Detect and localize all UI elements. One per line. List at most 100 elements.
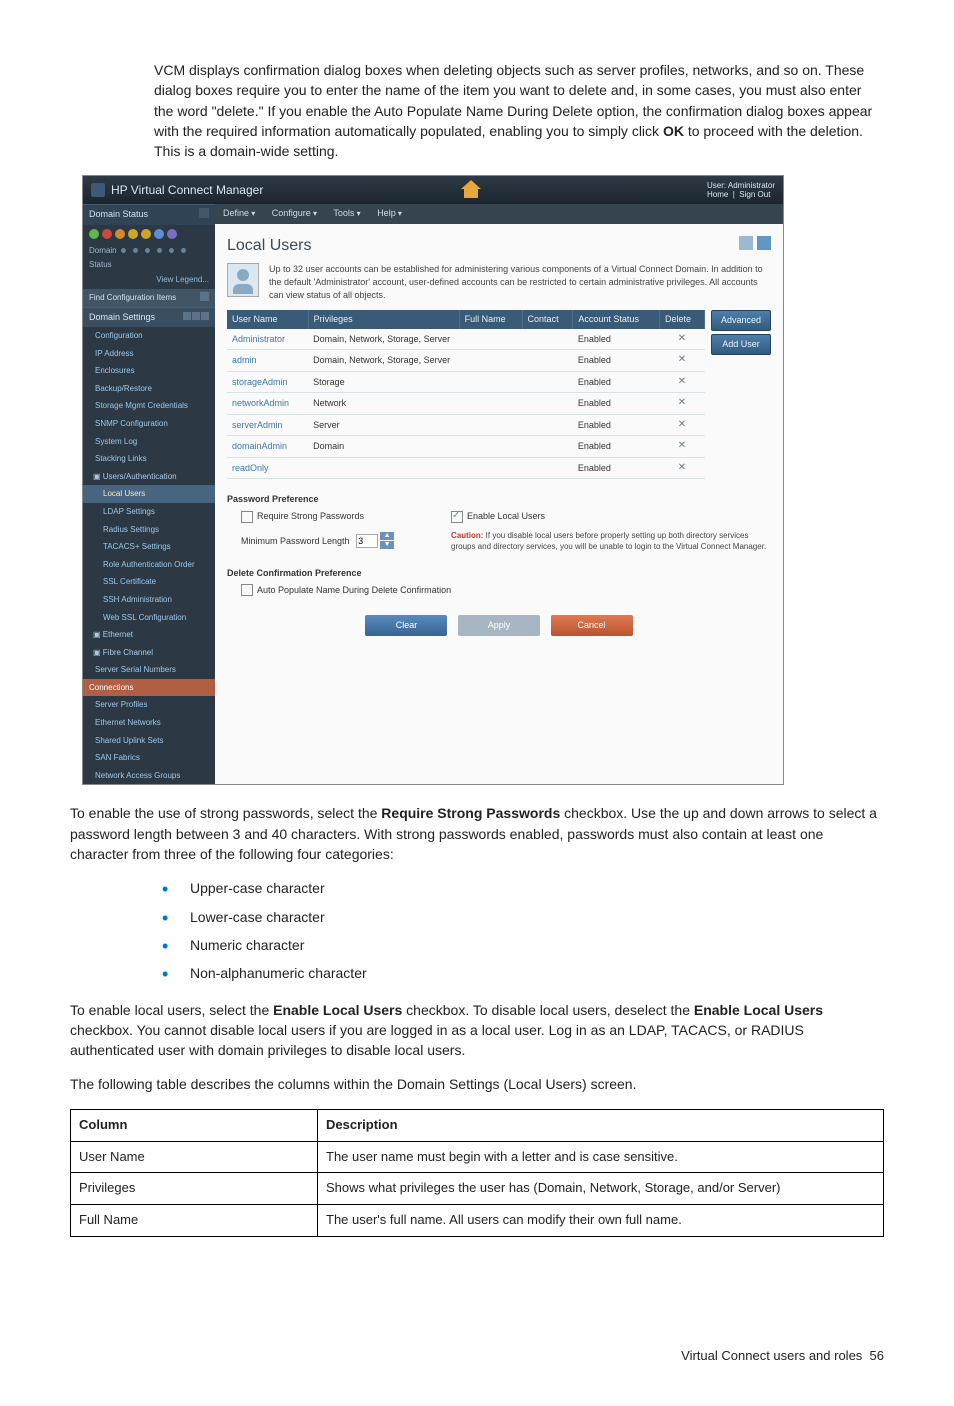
- cell-username[interactable]: readOnly: [227, 457, 308, 479]
- min-len-input[interactable]: [356, 534, 378, 548]
- col-contact[interactable]: Contact: [522, 310, 573, 329]
- sidebar-item-fibre[interactable]: Fibre Channel: [83, 644, 215, 662]
- sidebar-item-ip-address[interactable]: IP Address: [83, 345, 215, 363]
- min-len-label: Minimum Password Length: [241, 536, 350, 546]
- menu-configure[interactable]: Configure: [272, 208, 317, 218]
- status-icons: [83, 225, 215, 245]
- info-text: Up to 32 user accounts can be establishe…: [269, 263, 771, 302]
- sidebar-item-ethernet[interactable]: Ethernet: [83, 626, 215, 644]
- home-icon[interactable]: [461, 180, 483, 200]
- home-link[interactable]: Home: [707, 190, 728, 199]
- page-title: Local Users: [227, 234, 311, 257]
- sidebar-item-storage-creds[interactable]: Storage Mgmt Credentials: [83, 397, 215, 415]
- table-row[interactable]: storageAdminStorageEnabled✕: [227, 371, 705, 393]
- sidebar-item-local-users[interactable]: Local Users: [83, 485, 215, 503]
- autopop-checkbox[interactable]: [241, 584, 253, 596]
- cancel-button[interactable]: Cancel: [551, 615, 633, 636]
- collapse-icon[interactable]: [199, 208, 209, 218]
- domain-settings-head[interactable]: Domain Settings: [89, 311, 155, 324]
- sidebar-item-snmp[interactable]: SNMP Configuration: [83, 415, 215, 433]
- cell-fullname: [459, 350, 522, 372]
- menu-tools[interactable]: Tools: [333, 208, 360, 218]
- sidebar-item-connections[interactable]: Connections: [83, 679, 215, 697]
- arrow-icon[interactable]: [200, 292, 209, 301]
- find-config-link[interactable]: Find Configuration Items: [89, 292, 176, 304]
- cell-fullname: [459, 371, 522, 393]
- app-titlebar: HP Virtual Connect Manager User: Adminis…: [83, 176, 783, 204]
- user-avatar-icon: [227, 263, 259, 297]
- sidebar-item-enclosures[interactable]: Enclosures: [83, 362, 215, 380]
- sidebar-item-ssh[interactable]: SSH Administration: [83, 591, 215, 609]
- cell-contact: [522, 329, 573, 350]
- sidebar-item-web-ssl[interactable]: Web SSL Configuration: [83, 609, 215, 627]
- cell-fullname: [459, 393, 522, 415]
- spin-down-icon[interactable]: ▼: [380, 541, 394, 549]
- sidebar-item-tacacs[interactable]: TACACS+ Settings: [83, 538, 215, 556]
- sidebar-item-configuration[interactable]: Configuration: [83, 327, 215, 345]
- spin-up-icon[interactable]: ▲: [380, 532, 394, 540]
- view-legend-link[interactable]: View Legend...: [83, 274, 215, 290]
- sidebar-item-uplink-sets[interactable]: Shared Uplink Sets: [83, 732, 215, 750]
- strong-pwd-checkbox[interactable]: [241, 511, 253, 523]
- delete-icon[interactable]: ✕: [660, 414, 705, 436]
- cell-privileges: [308, 457, 459, 479]
- delete-icon[interactable]: ✕: [660, 393, 705, 415]
- sidebar-item-users-auth[interactable]: Users/Authentication: [83, 468, 215, 486]
- sidebar-item-net-access[interactable]: Network Access Groups: [83, 767, 215, 785]
- bullet-nonalpha: Non-alphanumeric character: [154, 963, 884, 983]
- sidebar-item-syslog[interactable]: System Log: [83, 433, 215, 451]
- delete-icon[interactable]: ✕: [660, 436, 705, 458]
- sidebar-item-serial[interactable]: Server Serial Numbers: [83, 661, 215, 679]
- table-row[interactable]: readOnlyEnabled✕: [227, 457, 705, 479]
- help-icon[interactable]: [757, 236, 771, 250]
- col-delete[interactable]: Delete: [660, 310, 705, 329]
- user-label: User: Administrator: [707, 181, 775, 190]
- col-username[interactable]: User Name: [227, 310, 308, 329]
- vcm-screenshot: HP Virtual Connect Manager User: Adminis…: [82, 175, 784, 785]
- table-row[interactable]: domainAdminDomainEnabled✕: [227, 436, 705, 458]
- sidebar-item-san-fabrics[interactable]: SAN Fabrics: [83, 749, 215, 767]
- sidebar-item-eth-networks[interactable]: Ethernet Networks: [83, 714, 215, 732]
- table-row[interactable]: networkAdminNetworkEnabled✕: [227, 393, 705, 415]
- sidebar-item-ssl-cert[interactable]: SSL Certificate: [83, 573, 215, 591]
- table-row[interactable]: adminDomain, Network, Storage, Server Ena…: [227, 350, 705, 372]
- menu-help[interactable]: Help: [377, 208, 402, 218]
- cell-username[interactable]: Administrator: [227, 329, 308, 350]
- delete-icon[interactable]: ✕: [660, 329, 705, 350]
- add-user-button[interactable]: Add User: [711, 334, 771, 355]
- signout-link[interactable]: Sign Out: [739, 190, 770, 199]
- cell-username[interactable]: storageAdmin: [227, 371, 308, 393]
- cell-privileges: Domain, Network, Storage, Server: [308, 350, 459, 372]
- sidebar-item-stacking[interactable]: Stacking Links: [83, 450, 215, 468]
- cell-username[interactable]: admin: [227, 350, 308, 372]
- print-icon[interactable]: [739, 236, 753, 250]
- col-privileges[interactable]: Privileges: [308, 310, 459, 329]
- col-fullname[interactable]: Full Name: [459, 310, 522, 329]
- enable-local-checkbox[interactable]: [451, 511, 463, 523]
- sidebar: Domain Status Domain Status View Legend.…: [83, 204, 215, 784]
- sidebar-item-role-auth[interactable]: Role Authentication Order: [83, 556, 215, 574]
- delete-icon[interactable]: ✕: [660, 371, 705, 393]
- main-panel: Define Configure Tools Help Local Users …: [215, 204, 783, 784]
- bullet-lower: Lower-case character: [154, 907, 884, 927]
- cell-username[interactable]: networkAdmin: [227, 393, 308, 415]
- cell-contact: [522, 414, 573, 436]
- apply-button[interactable]: Apply: [458, 615, 540, 636]
- sidebar-item-radius[interactable]: Radius Settings: [83, 521, 215, 539]
- cell-privileges: Domain: [308, 436, 459, 458]
- sidebar-item-server-profiles[interactable]: Server Profiles: [83, 696, 215, 714]
- cell-username[interactable]: domainAdmin: [227, 436, 308, 458]
- sidebar-item-backup-restore[interactable]: Backup/Restore: [83, 380, 215, 398]
- delete-icon[interactable]: ✕: [660, 350, 705, 372]
- table-row[interactable]: serverAdminServerEnabled✕: [227, 414, 705, 436]
- cell-username[interactable]: serverAdmin: [227, 414, 308, 436]
- menu-define[interactable]: Define: [223, 208, 255, 218]
- hp-logo-icon: [91, 183, 105, 197]
- clear-button[interactable]: Clear: [365, 615, 447, 636]
- col-status[interactable]: Account Status: [573, 310, 660, 329]
- delete-icon[interactable]: ✕: [660, 457, 705, 479]
- advanced-button[interactable]: Advanced: [711, 310, 771, 331]
- cell-status: Enabled: [573, 350, 660, 372]
- sidebar-item-ldap[interactable]: LDAP Settings: [83, 503, 215, 521]
- table-row[interactable]: AdministratorDomain, Network, Storage, S…: [227, 329, 705, 350]
